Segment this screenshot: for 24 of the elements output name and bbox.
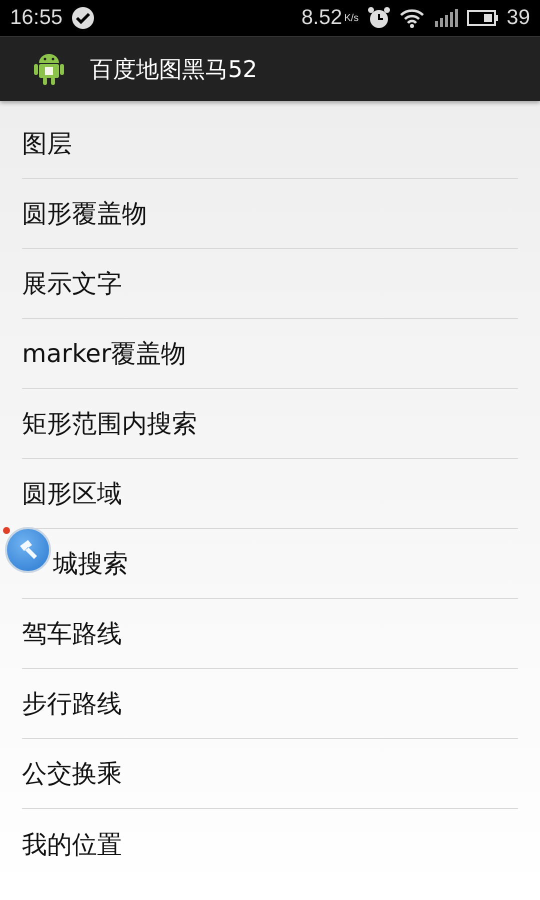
menu-item[interactable]: marker覆盖物: [22, 337, 186, 370]
menu-item[interactable]: 驾车路线: [22, 617, 122, 650]
signal-icon: [432, 7, 459, 29]
menu-item[interactable]: 圆形覆盖物: [22, 197, 147, 230]
wifi-icon: [398, 7, 425, 29]
clock-time: 16:55: [10, 6, 63, 30]
speed-unit: K/s: [344, 12, 359, 24]
alarm-icon: [366, 6, 391, 30]
app-title: 百度地图黑马52: [90, 56, 258, 84]
menu-item[interactable]: 我的位置: [22, 828, 122, 860]
network-speed: 8.52: [301, 6, 342, 30]
menu-item[interactable]: 展示文字: [22, 267, 122, 300]
menu-item[interactable]: 矩形范围内搜索: [22, 407, 197, 440]
robot-icon: [34, 52, 64, 86]
menu-item[interactable]: 圆形区域: [22, 477, 122, 510]
floating-ball[interactable]: [5, 527, 51, 573]
menu-item[interactable]: 图层: [22, 127, 72, 160]
menu-item[interactable]: 公交换乘: [22, 757, 122, 790]
check-icon: [70, 6, 95, 30]
notification-dot: [3, 527, 10, 534]
battery-icon: [466, 9, 499, 27]
menu-item[interactable]: 城搜索: [53, 547, 128, 580]
menu-item[interactable]: 步行路线: [22, 687, 122, 720]
battery-level: 39: [506, 6, 530, 30]
